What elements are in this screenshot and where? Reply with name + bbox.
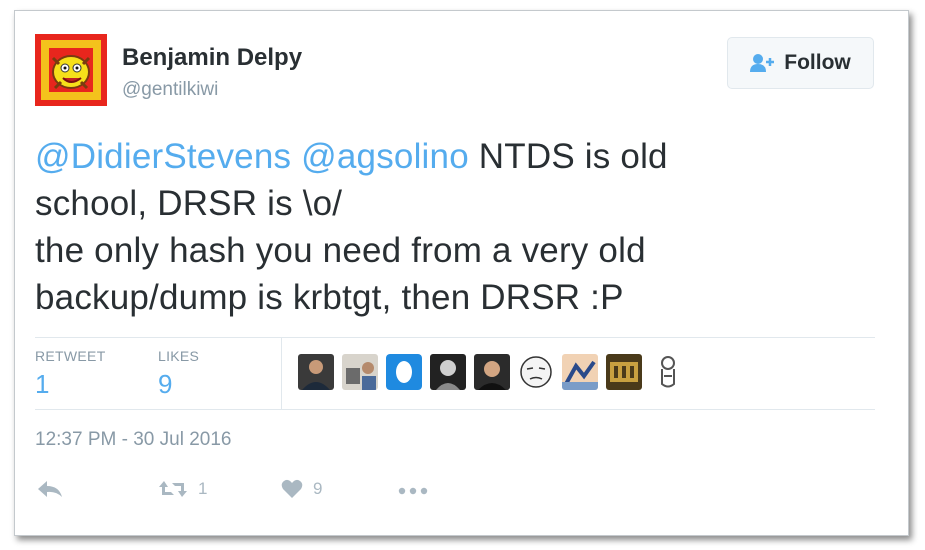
- follow-label: Follow: [784, 51, 851, 74]
- retweets-label[interactable]: RETWEET: [35, 348, 106, 364]
- retweet-icon: [159, 481, 187, 497]
- more-icon: [398, 487, 428, 495]
- like-button[interactable]: 9: [281, 479, 322, 499]
- retweets-count[interactable]: 1: [35, 369, 49, 400]
- mention-link[interactable]: @agsolino: [301, 137, 469, 176]
- divider: [35, 409, 875, 410]
- liker-avatar[interactable]: [430, 354, 466, 390]
- likes-count[interactable]: 9: [158, 369, 172, 400]
- retweet-count: 1: [198, 479, 208, 498]
- tweet-timestamp[interactable]: 12:37 PM - 30 Jul 2016: [35, 429, 231, 451]
- likes-label[interactable]: LIKES: [158, 348, 199, 364]
- tweet-line: NTDS is old: [468, 137, 668, 176]
- tweet-line: backup/dump is krbtgt, then DRSR :P: [35, 278, 624, 317]
- divider: [35, 337, 875, 338]
- liker-avatar[interactable]: [518, 354, 554, 390]
- user-avatar[interactable]: [35, 34, 107, 106]
- heart-icon: [281, 479, 303, 498]
- mention-link[interactable]: @DidierStevens: [35, 137, 291, 176]
- follow-person-icon: [750, 54, 775, 72]
- reply-icon: [38, 481, 62, 497]
- liker-avatar[interactable]: [474, 354, 510, 390]
- follow-button[interactable]: Follow: [727, 37, 874, 89]
- reply-button[interactable]: [37, 479, 63, 499]
- liker-avatar[interactable]: [298, 354, 334, 390]
- tweet-line: the only hash you need from a very old: [35, 231, 646, 270]
- liker-avatar[interactable]: [650, 354, 686, 390]
- stats-separator: [281, 337, 282, 409]
- liker-avatar[interactable]: [606, 354, 642, 390]
- liker-avatar[interactable]: [342, 354, 378, 390]
- liker-avatar[interactable]: [562, 354, 598, 390]
- more-button[interactable]: [398, 487, 428, 495]
- tweet-card: Benjamin Delpy @gentilkiwi Follow @Didie…: [14, 10, 909, 536]
- like-count: 9: [313, 479, 323, 498]
- likers-avatars: [298, 354, 686, 390]
- liker-avatar[interactable]: [386, 354, 422, 390]
- retweet-button[interactable]: 1: [158, 479, 207, 499]
- tweet-text: @DidierStevens @agsolino NTDS is old sch…: [35, 133, 855, 321]
- user-handle[interactable]: @gentilkiwi: [122, 79, 218, 101]
- user-name[interactable]: Benjamin Delpy: [122, 44, 302, 72]
- tweet-line: school, DRSR is \o/: [35, 184, 343, 223]
